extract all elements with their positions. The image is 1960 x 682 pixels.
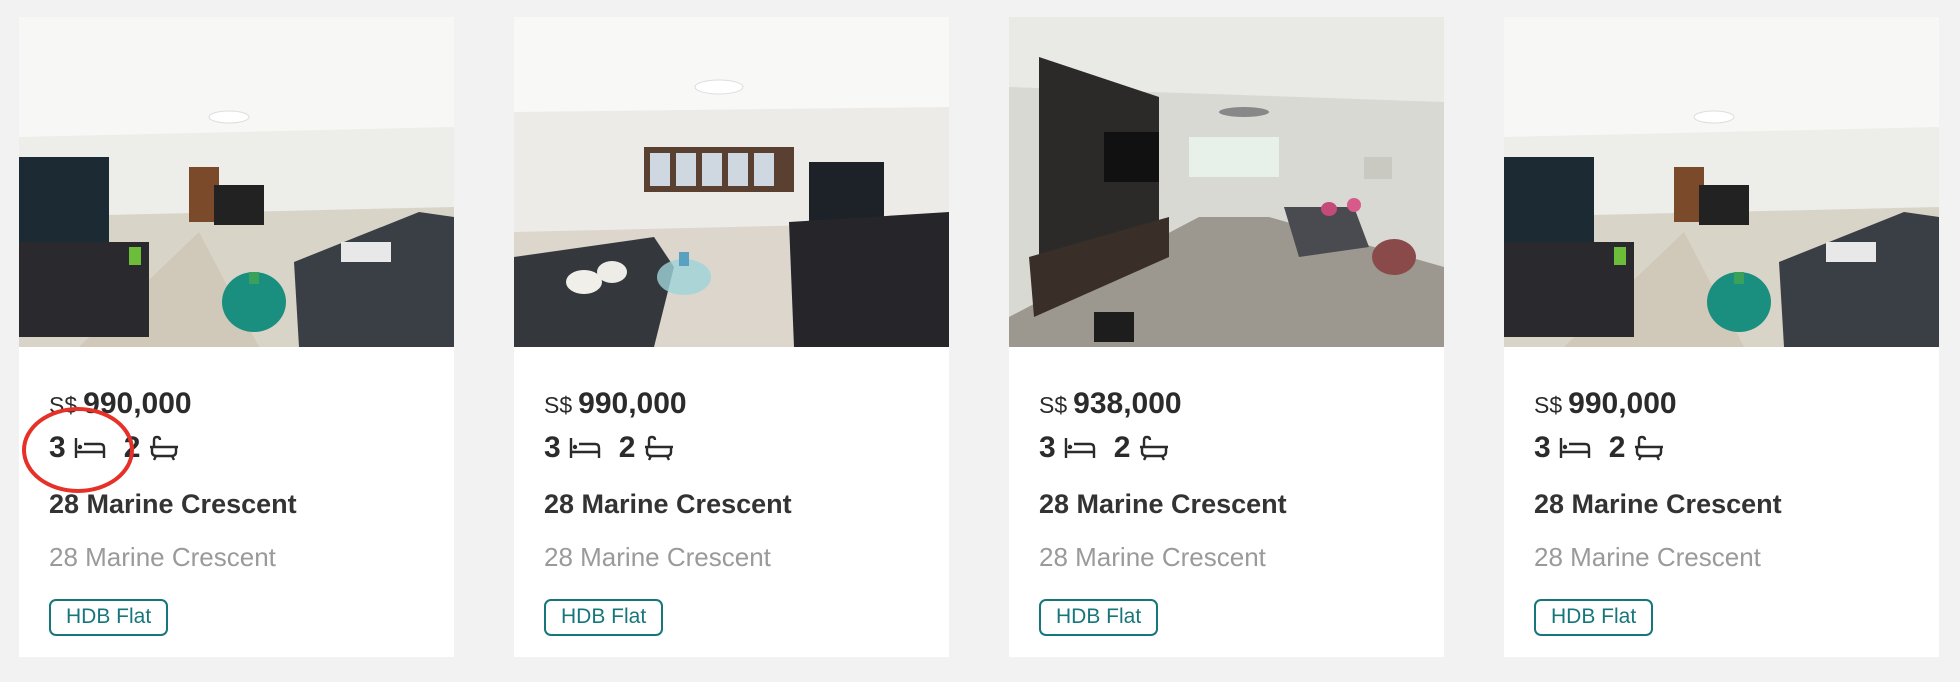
listing-grid: S$ 990,000 3 2 28 Marine Crescent 28 Mari… [19,17,1941,657]
living-room-photo [1009,17,1444,347]
bathtub-icon [1633,435,1665,461]
bedroom-count: 3 [1039,431,1056,464]
listing-photo[interactable] [1009,17,1444,347]
currency-label: S$ [49,392,78,418]
bathroom-count: 2 [1608,431,1626,464]
listing-photo[interactable] [514,17,949,347]
living-room-photo [514,17,949,347]
bed-icon [569,436,601,460]
price-amount: 990,000 [83,387,192,420]
bathroom-count: 2 [618,431,636,464]
listing-card[interactable]: S$ 938,000 3 2 28 Marine Crescent 28 Mari… [1009,17,1444,657]
price-amount: 938,000 [1073,387,1182,420]
listing-address: 28 Marine Crescent [1039,542,1266,572]
bathtub-icon [643,435,675,461]
listing-price: S$ 990,000 [544,387,687,421]
bathtub-icon [148,435,180,461]
property-type-tag: HDB Flat [1039,599,1159,636]
listing-address: 28 Marine Crescent [1534,542,1761,572]
bed-icon [1064,436,1096,460]
listing-price: S$ 938,000 [1039,387,1182,421]
listing-address: 28 Marine Crescent [49,542,276,572]
listing-features: 3 2 [1039,431,1170,465]
listing-features: 3 2 [544,431,675,465]
listing-card[interactable]: S$ 990,000 3 2 28 Marine Crescent 28 Mari… [19,17,454,657]
property-type-tag: HDB Flat [1534,599,1654,636]
bedroom-count: 3 [544,431,561,464]
listing-photo[interactable] [1504,17,1939,347]
listing-title[interactable]: 28 Marine Crescent [1534,489,1782,520]
currency-label: S$ [1534,392,1563,418]
property-type-tag: HDB Flat [544,599,664,636]
bathroom-count: 2 [123,431,141,464]
price-amount: 990,000 [1568,387,1677,420]
listing-price: S$ 990,000 [49,387,192,421]
listing-photo[interactable] [19,17,454,347]
listing-card[interactable]: S$ 990,000 3 2 28 Marine Crescent 28 Mari… [514,17,949,657]
property-type-tag: HDB Flat [49,599,169,636]
bathtub-icon [1138,435,1170,461]
price-amount: 990,000 [578,387,687,420]
living-room-photo [1504,17,1939,347]
listing-features: 3 2 [1534,431,1665,465]
currency-label: S$ [1039,392,1068,418]
listing-title[interactable]: 28 Marine Crescent [1039,489,1287,520]
bedroom-count: 3 [49,431,66,464]
currency-label: S$ [544,392,573,418]
listing-title[interactable]: 28 Marine Crescent [544,489,792,520]
listing-address: 28 Marine Crescent [544,542,771,572]
bed-icon [74,436,106,460]
listing-price: S$ 990,000 [1534,387,1677,421]
living-room-photo [19,17,454,347]
listing-title[interactable]: 28 Marine Crescent [49,489,297,520]
bedroom-count: 3 [1534,431,1551,464]
listing-features: 3 2 [49,431,180,465]
bed-icon [1559,436,1591,460]
listing-card[interactable]: S$ 990,000 3 2 28 Marine Crescent 28 Mari… [1504,17,1939,657]
bathroom-count: 2 [1113,431,1131,464]
